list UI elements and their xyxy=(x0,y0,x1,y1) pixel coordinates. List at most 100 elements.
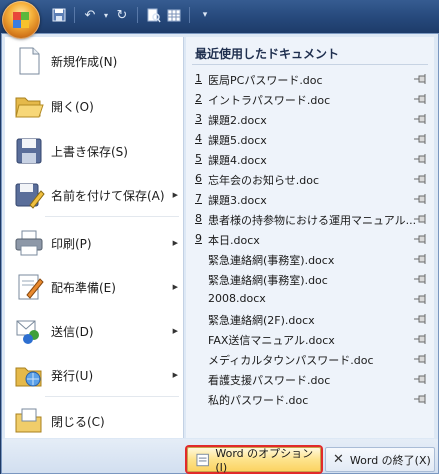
recent-document-number: 9 xyxy=(195,232,202,245)
recent-document-item[interactable]: 2008.docx xyxy=(186,289,434,309)
recent-document-item[interactable]: 5 課題4.docx xyxy=(186,149,434,169)
menu-item-prepare[interactable]: 配布準備(E) ▶ xyxy=(5,267,183,307)
recent-document-name: 私的パスワード.doc xyxy=(208,394,309,407)
pin-icon[interactable] xyxy=(413,393,428,405)
pin-icon[interactable] xyxy=(413,73,428,85)
recent-document-number: 5 xyxy=(195,152,202,165)
undo-icon[interactable]: ↶ xyxy=(81,6,99,24)
recent-document-name: 2008.docx xyxy=(208,292,266,305)
close-folder-icon xyxy=(15,408,42,433)
pin-icon[interactable] xyxy=(413,293,428,305)
menu-item-open[interactable]: 開く(O) xyxy=(5,86,183,126)
pin-icon[interactable] xyxy=(413,373,428,385)
recent-document-item[interactable]: 緊急連絡網(事務室).docx xyxy=(186,249,434,269)
print-preview-icon[interactable] xyxy=(144,6,162,24)
pin-icon[interactable] xyxy=(413,113,428,125)
menu-item-new[interactable]: 新規作成(N) xyxy=(5,41,183,81)
exit-word-button[interactable]: ✕ Word の終了(X) xyxy=(325,447,435,472)
pin-icon[interactable] xyxy=(413,353,428,365)
pin-icon[interactable] xyxy=(413,173,428,185)
recent-document-item[interactable]: 4 課題5.docx xyxy=(186,129,434,149)
menu-item-label: 名前を付けて保存(A) xyxy=(51,188,165,203)
menu-footer: Word のオプション(I) ✕ Word の終了(X) xyxy=(2,439,438,474)
menu-item-save[interactable]: 上書き保存(S) xyxy=(5,131,183,171)
pin-icon[interactable] xyxy=(413,93,428,105)
menu-item-close[interactable]: 閉じる(C) xyxy=(5,401,183,441)
menu-item-label: 発行(U) xyxy=(51,368,94,383)
undo-dropdown-icon[interactable]: ▾ xyxy=(102,6,110,24)
menu-item-save-as[interactable]: 名前を付けて保存(A) ▶ xyxy=(5,175,183,215)
recent-document-name: 課題2.docx xyxy=(208,114,267,127)
recent-document-item[interactable]: 7 課題3.docx xyxy=(186,189,434,209)
office-logo-icon xyxy=(13,12,29,28)
prepare-icon xyxy=(18,274,44,300)
recent-document-number: 1 xyxy=(195,72,202,85)
recent-document-number: 7 xyxy=(195,192,202,205)
recent-document-item[interactable]: 緊急連絡網(事務室).doc xyxy=(186,269,434,289)
table-icon[interactable] xyxy=(165,6,183,24)
menu-item-label: 上書き保存(S) xyxy=(51,144,128,159)
toolbar-separator xyxy=(137,7,138,23)
title-bar: ↶ ▾ ↻ ▾ xyxy=(0,0,439,39)
recent-document-item[interactable]: 3 課題2.docx xyxy=(186,109,434,129)
recent-document-item[interactable]: FAX送信マニュアル.docx xyxy=(186,329,434,349)
new-document-icon xyxy=(19,47,40,75)
menu-item-label: 配布準備(E) xyxy=(51,280,116,295)
quick-access-toolbar: ↶ ▾ ↻ ▾ xyxy=(50,6,214,24)
recent-document-item[interactable]: 6 忘年会のお知らせ.doc xyxy=(186,169,434,189)
recent-document-item[interactable]: 8 患者様の持参物における運用マニュアル... xyxy=(186,209,434,229)
menu-item-print[interactable]: 印刷(P) ▶ xyxy=(5,223,183,263)
recent-document-name: FAX送信マニュアル.docx xyxy=(208,334,335,347)
redo-icon[interactable]: ↻ xyxy=(113,6,131,24)
publish-icon xyxy=(15,367,42,387)
menu-item-publish[interactable]: 発行(U) ▶ xyxy=(5,355,183,395)
submenu-arrow-icon: ▶ xyxy=(172,327,178,335)
recent-document-item[interactable]: メディカルタウンパスワード.doc xyxy=(186,349,434,369)
recent-documents-title: 最近使用したドキュメント xyxy=(195,47,340,61)
recent-document-name: 医局PCパスワード.doc xyxy=(208,74,323,87)
recent-document-item[interactable]: 緊急連絡網(2F).docx xyxy=(186,309,434,329)
close-icon: ✕ xyxy=(333,452,344,467)
recent-document-name: メディカルタウンパスワード.doc xyxy=(208,354,374,367)
pin-icon[interactable] xyxy=(413,193,428,205)
pin-icon[interactable] xyxy=(413,213,428,225)
recent-document-item[interactable]: 2 イントラパスワード.doc xyxy=(186,89,434,109)
customize-toolbar-icon[interactable]: ▾ xyxy=(196,6,214,24)
pin-icon[interactable] xyxy=(413,273,428,285)
recent-document-item[interactable]: 看護支援パスワード.doc xyxy=(186,369,434,389)
toolbar-separator xyxy=(189,7,190,23)
recent-document-name: 看護支援パスワード.doc xyxy=(208,374,331,387)
pin-icon[interactable] xyxy=(413,333,428,345)
recent-document-name: イントラパスワード.doc xyxy=(208,94,331,107)
recent-document-name: 課題4.docx xyxy=(208,154,267,167)
office-button[interactable] xyxy=(2,1,40,39)
recent-document-name: 緊急連絡網(事務室).doc xyxy=(208,274,328,287)
submenu-arrow-icon: ▶ xyxy=(172,371,178,379)
submenu-arrow-icon: ▶ xyxy=(172,239,178,247)
pin-icon[interactable] xyxy=(413,153,428,165)
recent-document-number: 8 xyxy=(195,212,202,225)
submenu-arrow-icon: ▶ xyxy=(172,283,178,291)
toolbar-separator xyxy=(74,7,75,23)
word-options-button[interactable]: Word のオプション(I) xyxy=(187,447,321,474)
open-folder-icon xyxy=(15,97,44,118)
recent-document-name: 忘年会のお知らせ.doc xyxy=(208,174,320,187)
recent-document-name: 患者様の持参物における運用マニュアル... xyxy=(208,214,417,227)
pin-icon[interactable] xyxy=(413,133,428,145)
pin-icon[interactable] xyxy=(413,253,428,265)
pin-icon[interactable] xyxy=(413,233,428,245)
recent-document-number: 3 xyxy=(195,112,202,125)
recent-document-item[interactable]: 私的パスワード.doc xyxy=(186,389,434,409)
pin-icon[interactable] xyxy=(413,313,428,325)
recent-document-name: 課題3.docx xyxy=(208,194,267,207)
recent-document-item[interactable]: 9 本日.docx xyxy=(186,229,434,249)
printer-icon xyxy=(15,230,43,256)
recent-document-name: 緊急連絡網(事務室).docx xyxy=(208,254,335,267)
recent-document-item[interactable]: 1 医局PCパスワード.doc xyxy=(186,69,434,89)
command-list: 新規作成(N) 開く(O) 上書き保存(S) 名前を付けて保存(A) ▶ 印刷(… xyxy=(5,37,184,438)
office-menu: 新規作成(N) 開く(O) 上書き保存(S) 名前を付けて保存(A) ▶ 印刷(… xyxy=(1,33,439,474)
send-icon xyxy=(16,320,39,344)
save-icon[interactable] xyxy=(50,6,68,24)
menu-item-label: 送信(D) xyxy=(51,324,94,339)
menu-item-send[interactable]: 送信(D) ▶ xyxy=(5,311,183,351)
